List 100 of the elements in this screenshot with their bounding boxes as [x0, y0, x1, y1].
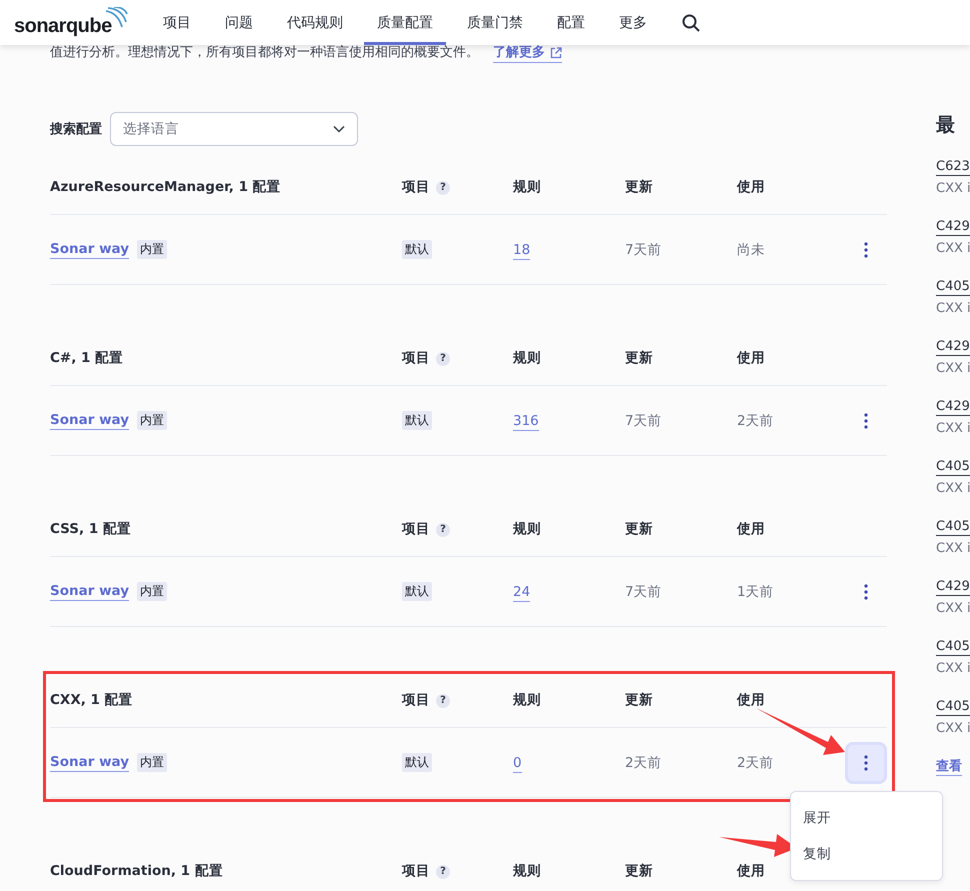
language-title: CloudFormation, 1 配置	[50, 862, 224, 880]
column-header: 更新	[625, 178, 654, 196]
kebab-icon	[864, 584, 868, 600]
column-header: 项目	[402, 862, 430, 878]
help-icon[interactable]: ?	[436, 522, 450, 536]
nav-tab[interactable]: 问题	[212, 0, 266, 45]
recent-profile-link[interactable]: C405	[936, 638, 970, 656]
help-icon[interactable]: ?	[436, 352, 450, 366]
column-header: 使用	[737, 348, 766, 366]
recent-language: CXX i	[936, 421, 970, 436]
chevron-down-icon	[333, 125, 345, 133]
used-text: 1天前	[737, 582, 775, 600]
builtin-tag: 内置	[137, 753, 168, 772]
column-header: 规则	[513, 690, 542, 708]
recent-language: CXX i	[936, 181, 970, 196]
external-link-icon	[550, 46, 562, 58]
updated-text: 7天前	[625, 240, 663, 258]
column-header: 使用	[737, 862, 766, 880]
recent-profile-link[interactable]: C405	[936, 278, 970, 296]
recent-language: CXX i	[936, 481, 970, 496]
more-actions-button[interactable]	[845, 742, 887, 784]
menu-item[interactable]: 复制	[791, 836, 942, 872]
updated-text: 2天前	[625, 754, 663, 772]
column-header: 项目	[402, 350, 430, 366]
column-header: 规则	[513, 520, 542, 538]
used-text: 2天前	[737, 754, 775, 772]
kebab-icon	[864, 754, 868, 770]
column-header: 更新	[625, 520, 654, 538]
column-header: 项目	[402, 178, 430, 194]
intro-text: 值进行分析。理想情况下，所有项目都将对一种语言使用相同的概要文件。	[50, 44, 479, 62]
used-text: 尚未	[737, 240, 766, 258]
language-title: C#, 1 配置	[50, 348, 124, 366]
nav-tab[interactable]: 更多	[606, 0, 660, 45]
view-all-link[interactable]: 查看	[936, 758, 962, 776]
column-header: 更新	[625, 690, 654, 708]
menu-item[interactable]: 展开	[791, 800, 942, 836]
help-icon[interactable]: ?	[436, 864, 450, 878]
builtin-tag: 内置	[137, 240, 168, 259]
nav-tab[interactable]: 配置	[544, 0, 598, 45]
recent-language: CXX i	[936, 721, 970, 736]
nav-tab[interactable]: 代码规则	[274, 0, 356, 45]
column-header: 项目	[402, 520, 430, 536]
default-tag: 默认	[402, 411, 432, 430]
kebab-icon	[864, 412, 868, 428]
column-header: 使用	[737, 690, 766, 708]
used-text: 2天前	[737, 412, 775, 430]
column-header: 使用	[737, 178, 766, 196]
help-icon[interactable]: ?	[436, 180, 450, 194]
sonarqube-logo[interactable]: sonarqube	[14, 7, 128, 38]
kebab-icon	[864, 242, 868, 258]
nav-tab[interactable]: 质量门禁	[454, 0, 536, 45]
profile-link[interactable]: Sonar way	[50, 754, 130, 772]
recent-profile-link[interactable]: C405	[936, 518, 970, 536]
column-header: 使用	[737, 520, 766, 538]
language-input[interactable]: 选择语言	[123, 121, 313, 137]
updated-text: 7天前	[625, 412, 663, 430]
recent-language: CXX i	[936, 601, 970, 616]
column-header: 规则	[513, 862, 542, 880]
column-header: 规则	[513, 178, 542, 196]
recent-profile-link[interactable]: C429	[936, 338, 970, 356]
recent-profile-link[interactable]: C405	[936, 698, 970, 716]
recent-profile-link[interactable]: C405	[936, 458, 970, 476]
language-title: CSS, 1 配置	[50, 520, 132, 538]
updated-text: 7天前	[625, 582, 663, 600]
default-tag: 默认	[402, 753, 432, 772]
recent-language: CXX i	[936, 661, 970, 676]
column-header: 项目	[402, 692, 430, 708]
default-tag: 默认	[402, 240, 432, 259]
builtin-tag: 内置	[137, 411, 168, 430]
language-title: CXX, 1 配置	[50, 690, 134, 708]
nav-tab[interactable]: 项目	[150, 0, 204, 45]
recent-profile-link[interactable]: C623	[936, 158, 970, 176]
search-button[interactable]	[682, 14, 700, 32]
language-title: AzureResourceManager, 1 配置	[50, 178, 282, 196]
default-tag: 默认	[402, 582, 432, 601]
recent-language: CXX i	[936, 241, 970, 256]
help-icon[interactable]: ?	[436, 694, 450, 708]
recent-profile-link[interactable]: C429	[936, 578, 970, 596]
nav-tab[interactable]: 质量配置	[364, 0, 446, 45]
rules-count-link[interactable]: 0	[513, 754, 522, 772]
recent-language: CXX i	[936, 301, 970, 316]
recent-profile-link[interactable]: C429	[936, 218, 970, 236]
rules-count-link[interactable]: 18	[513, 242, 530, 260]
builtin-tag: 内置	[137, 582, 168, 601]
column-header: 更新	[625, 862, 654, 880]
language-select[interactable]: 选择语言	[110, 112, 358, 146]
recent-language: CXX i	[936, 541, 970, 556]
learn-more-link[interactable]: 了解更多	[493, 44, 562, 62]
column-header: 规则	[513, 348, 542, 366]
column-header: 更新	[625, 348, 654, 366]
profile-link[interactable]: Sonar way	[50, 582, 130, 600]
rules-count-link[interactable]: 24	[513, 584, 530, 602]
recent-heading: 最	[936, 113, 956, 137]
rules-count-link[interactable]: 316	[513, 412, 539, 430]
profile-link[interactable]: Sonar way	[50, 240, 130, 258]
search-label: 搜索配置	[50, 120, 102, 138]
recent-profile-link[interactable]: C429	[936, 398, 970, 416]
search-icon	[682, 14, 700, 32]
profile-link[interactable]: Sonar way	[50, 412, 130, 430]
recent-language: CXX i	[936, 361, 970, 376]
